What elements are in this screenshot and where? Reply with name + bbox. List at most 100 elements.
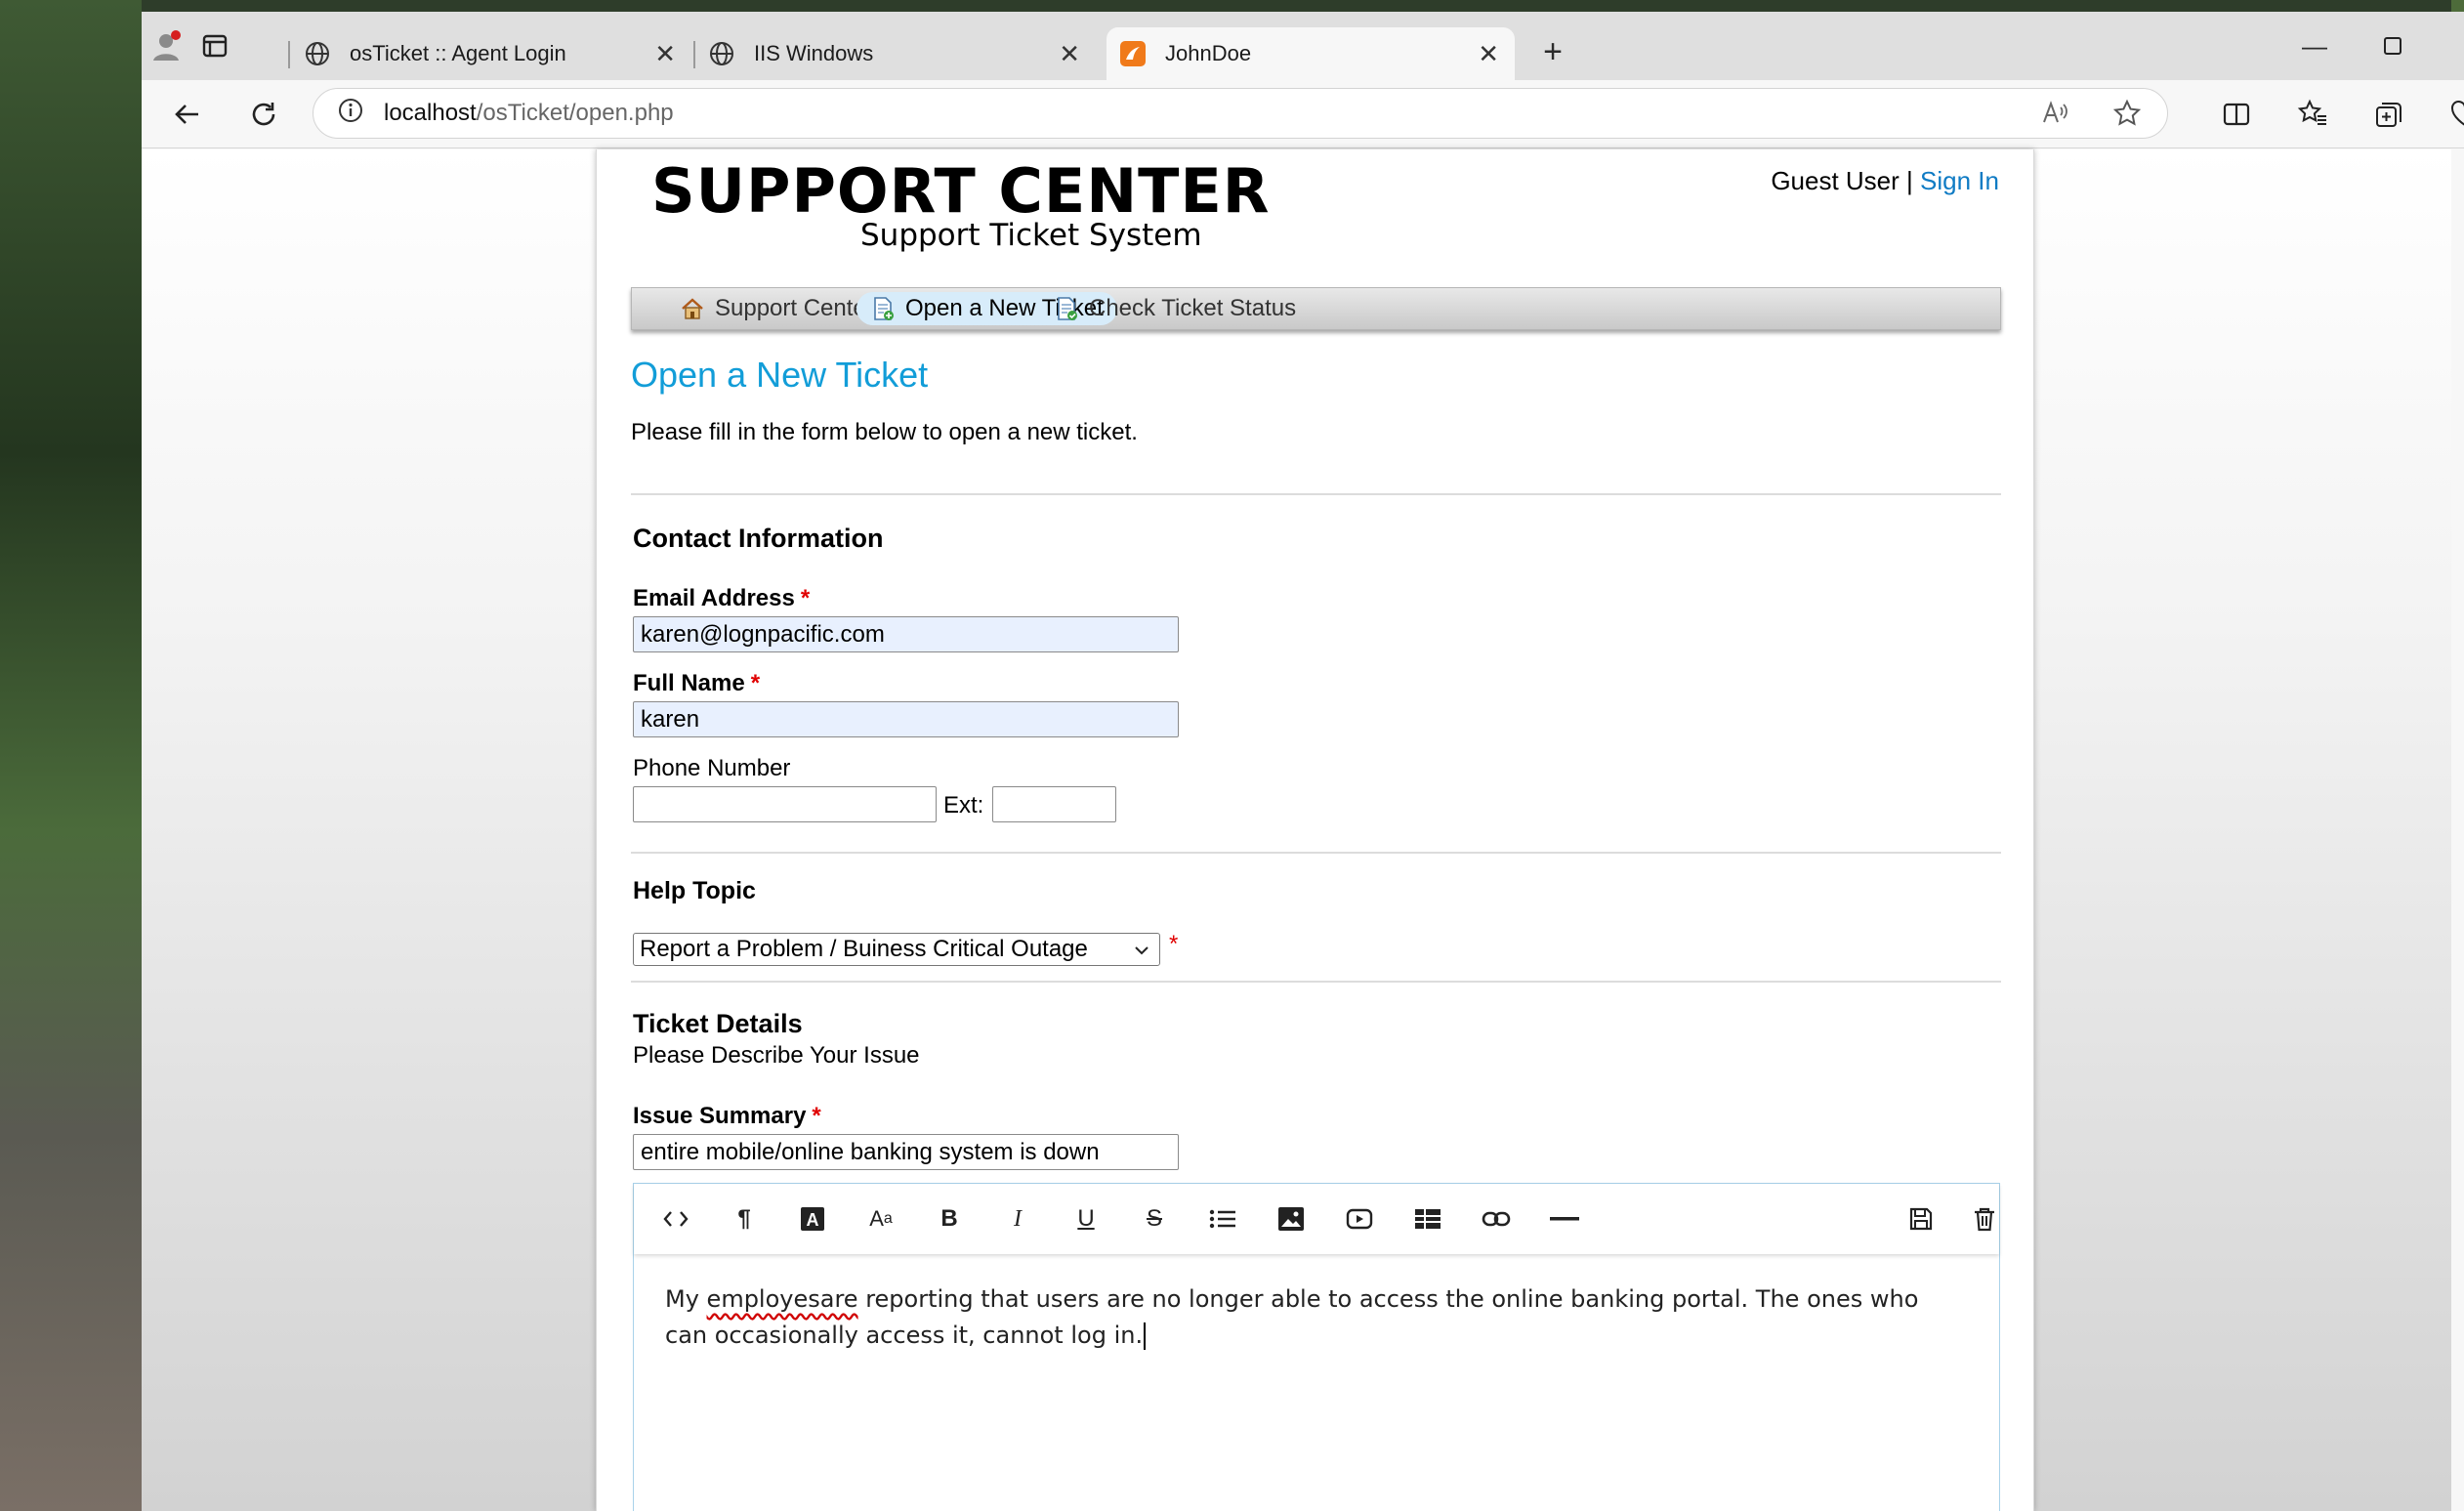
body-text: reporting that users are no longer able … bbox=[857, 1285, 1919, 1313]
horizontal-rule-icon[interactable] bbox=[1547, 1201, 1582, 1237]
issue-summary-field[interactable]: entire mobile/online banking system is d… bbox=[633, 1134, 1179, 1170]
favorites-icon[interactable] bbox=[2288, 90, 2337, 139]
favorite-star-icon[interactable] bbox=[2112, 99, 2142, 135]
email-label: Email Address * bbox=[633, 585, 810, 612]
table-icon[interactable] bbox=[1410, 1201, 1445, 1237]
home-icon bbox=[682, 298, 703, 319]
desktop-wallpaper bbox=[0, 0, 142, 1511]
logo-subtitle: Support Ticket System bbox=[860, 218, 1202, 253]
strikethrough-icon[interactable]: S bbox=[1137, 1201, 1172, 1237]
tab-strip: osTicket :: Agent Login ✕ IIS Windows ✕ … bbox=[142, 12, 2464, 80]
back-icon[interactable] bbox=[163, 90, 212, 139]
split-screen-icon[interactable] bbox=[2212, 90, 2261, 139]
url-host: localhost bbox=[384, 100, 477, 126]
tab-agent-login[interactable]: osTicket :: Agent Login ✕ bbox=[291, 27, 691, 80]
full-name-field[interactable]: karen bbox=[633, 701, 1179, 737]
collections-icon[interactable] bbox=[2364, 90, 2413, 139]
nav-label: Check Ticket Status bbox=[1089, 295, 1297, 321]
close-tab-icon[interactable]: ✕ bbox=[1059, 39, 1080, 69]
delete-draft-icon[interactable] bbox=[1967, 1201, 2002, 1237]
video-icon[interactable] bbox=[1342, 1201, 1377, 1237]
email-label-text: Email Address bbox=[633, 585, 795, 611]
chevron-down-icon bbox=[1132, 940, 1151, 967]
page-viewport: SUPPORT CENTER Support Ticket System Gue… bbox=[142, 149, 2451, 1511]
issue-summary-label-text: Issue Summary bbox=[633, 1103, 807, 1129]
minimize-icon[interactable]: — bbox=[2290, 21, 2339, 70]
ticket-status-icon bbox=[1058, 297, 1077, 320]
editor-line-2: can occasionally access it, cannot log i… bbox=[665, 1318, 1935, 1354]
phone-field[interactable] bbox=[633, 786, 937, 822]
body-text: My bbox=[665, 1285, 707, 1313]
address-toolbar: localhost/osTicket/open.php ··· bbox=[142, 80, 2464, 148]
list-icon[interactable] bbox=[1205, 1201, 1240, 1237]
page-title: Open a New Ticket bbox=[631, 355, 929, 395]
text-color-icon[interactable]: A bbox=[795, 1201, 830, 1237]
tab-separator bbox=[288, 41, 290, 68]
separator: | bbox=[1906, 166, 1913, 195]
user-info: Guest User | Sign In bbox=[1771, 166, 1999, 196]
maximize-icon[interactable] bbox=[2368, 21, 2417, 70]
browser-window: osTicket :: Agent Login ✕ IIS Windows ✕ … bbox=[142, 12, 2464, 1511]
read-aloud-icon[interactable] bbox=[2040, 99, 2069, 135]
page-container: SUPPORT CENTER Support Ticket System Gue… bbox=[596, 149, 2034, 1511]
tab-title: JohnDoe bbox=[1165, 41, 1252, 65]
browser-essentials-icon[interactable] bbox=[2441, 90, 2464, 139]
italic-icon[interactable]: I bbox=[1000, 1201, 1035, 1237]
main-nav: Support Center Home Open a New Ticket Ch… bbox=[631, 287, 2001, 330]
full-name-label-text: Full Name bbox=[633, 670, 745, 696]
font-size-icon[interactable]: Aa bbox=[863, 1201, 898, 1237]
help-topic-select[interactable]: Report a Problem / Buiness Critical Outa… bbox=[633, 933, 1160, 966]
close-tab-icon[interactable]: ✕ bbox=[1478, 39, 1499, 69]
tab-title: osTicket :: Agent Login bbox=[350, 41, 566, 65]
refresh-icon[interactable] bbox=[239, 90, 288, 139]
required-marker: * bbox=[812, 1103, 821, 1129]
issue-summary-label: Issue Summary * bbox=[633, 1103, 821, 1130]
ext-label: Ext: bbox=[943, 792, 984, 818]
globe-icon bbox=[707, 39, 736, 68]
page-intro: Please fill in the form below to open a … bbox=[631, 419, 1138, 445]
close-tab-icon[interactable]: ✕ bbox=[654, 39, 676, 69]
full-name-label: Full Name * bbox=[633, 670, 760, 697]
svg-text:A: A bbox=[807, 1210, 819, 1230]
ext-field[interactable] bbox=[992, 786, 1116, 822]
contact-heading: Contact Information bbox=[633, 524, 884, 553]
email-field[interactable]: karen@lognpacific.com bbox=[633, 616, 1179, 652]
image-icon[interactable] bbox=[1274, 1201, 1309, 1237]
divider bbox=[631, 981, 2001, 983]
nav-check-ticket-status[interactable]: Check Ticket Status bbox=[1040, 292, 1310, 325]
phone-label: Phone Number bbox=[633, 755, 791, 781]
ticket-details-subtitle: Please Describe Your Issue bbox=[633, 1042, 920, 1069]
tab-johndoe[interactable]: JohnDoe ✕ bbox=[1107, 27, 1515, 80]
sign-in-link[interactable]: Sign In bbox=[1920, 166, 1999, 195]
profile-avatar-icon[interactable] bbox=[142, 21, 190, 70]
logo-title[interactable]: SUPPORT CENTER bbox=[651, 155, 1271, 227]
text-caret bbox=[1144, 1322, 1147, 1350]
editor-line-1: My employesare reporting that users are … bbox=[665, 1281, 1935, 1318]
bold-icon[interactable]: B bbox=[932, 1201, 967, 1237]
ticket-details-heading: Ticket Details bbox=[633, 1009, 803, 1038]
editor-content[interactable]: My employesare reporting that users are … bbox=[665, 1281, 1935, 1354]
paragraph-icon[interactable]: ¶ bbox=[727, 1201, 762, 1237]
help-topic-selected: Report a Problem / Buiness Critical Outa… bbox=[640, 936, 1088, 962]
site-info-icon[interactable] bbox=[337, 97, 364, 131]
save-draft-icon[interactable] bbox=[1903, 1201, 1939, 1237]
tab-title: IIS Windows bbox=[754, 41, 874, 65]
tab-actions-icon[interactable] bbox=[190, 21, 239, 70]
link-icon[interactable] bbox=[1479, 1201, 1514, 1237]
help-topic-heading: Help Topic bbox=[633, 877, 756, 904]
body-text: can occasionally access it, cannot log i… bbox=[665, 1322, 1144, 1349]
guest-user-label: Guest User bbox=[1771, 166, 1900, 195]
required-marker: * bbox=[800, 585, 811, 611]
underline-icon[interactable]: U bbox=[1068, 1201, 1104, 1237]
rich-text-editor: ¶ A Aa B I U S My employesare reporting … bbox=[633, 1183, 2000, 1511]
url-path: /osTicket/open.php bbox=[476, 100, 674, 126]
required-marker: * bbox=[1169, 931, 1179, 957]
required-marker: * bbox=[750, 670, 761, 696]
globe-icon bbox=[303, 39, 332, 68]
code-icon[interactable] bbox=[658, 1201, 693, 1237]
new-ticket-icon bbox=[874, 297, 894, 320]
address-bar[interactable]: localhost/osTicket/open.php bbox=[313, 88, 2168, 139]
new-tab-icon[interactable]: + bbox=[1528, 27, 1577, 76]
tab-iis-windows[interactable]: IIS Windows ✕ bbox=[695, 27, 1096, 80]
misspelled-word: employesare bbox=[706, 1285, 858, 1313]
